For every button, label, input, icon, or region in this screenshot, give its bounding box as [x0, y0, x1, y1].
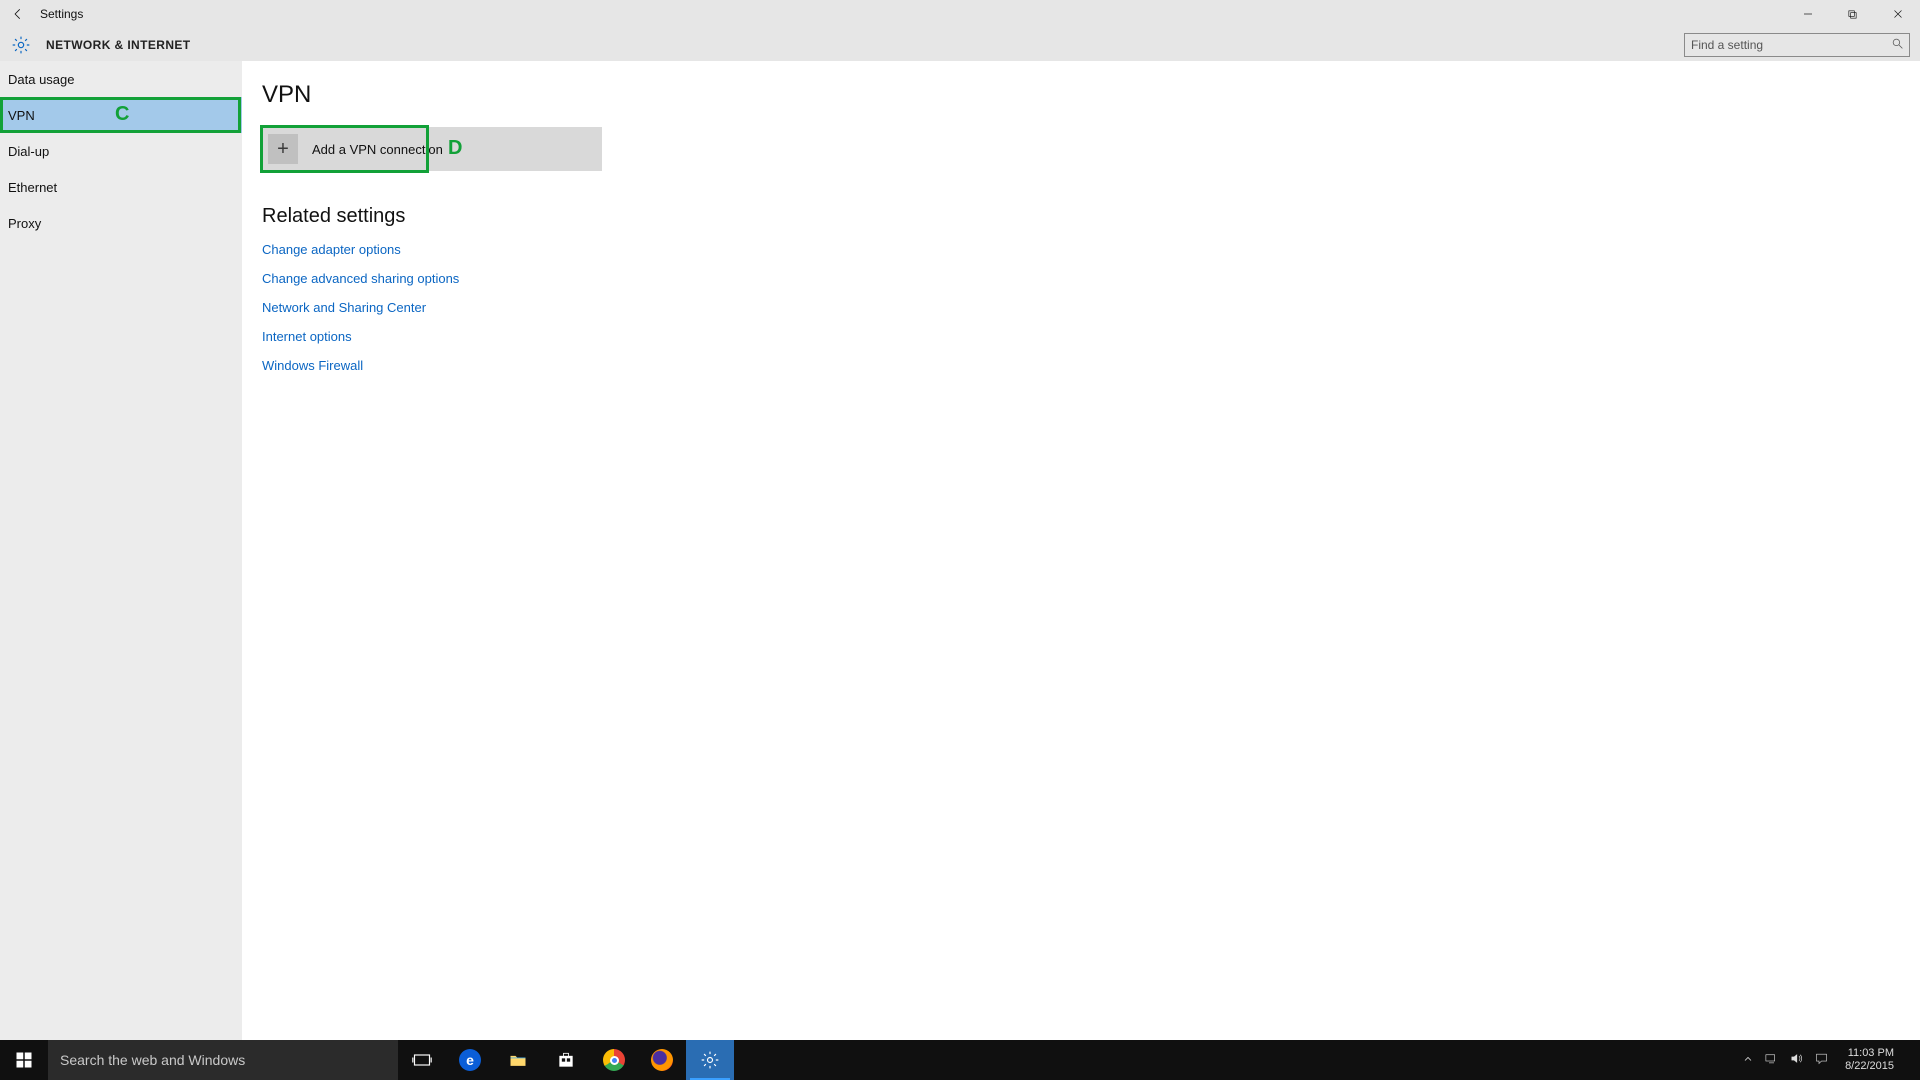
taskbar-clock[interactable]: 11:03 PM 8/22/2015 — [1839, 1047, 1900, 1072]
taskbar-app-store[interactable] — [542, 1040, 590, 1080]
clock-time: 11:03 PM — [1845, 1047, 1894, 1060]
taskbar-app-file-explorer[interactable] — [494, 1040, 542, 1080]
store-icon — [556, 1050, 576, 1070]
link-network-sharing-center[interactable]: Network and Sharing Center — [262, 300, 1920, 315]
link-change-adapter-options[interactable]: Change adapter options — [262, 242, 1920, 257]
search-icon — [1891, 37, 1904, 53]
related-settings-heading: Related settings — [262, 205, 1920, 228]
gear-icon — [700, 1050, 720, 1070]
taskbar: Search the web and Windows e — [0, 1040, 1920, 1080]
back-button[interactable] — [0, 0, 36, 28]
window-titlebar: Settings — [0, 0, 1920, 28]
volume-icon[interactable] — [1789, 1051, 1804, 1069]
minimize-button[interactable] — [1785, 0, 1830, 28]
settings-sidebar: Data usage VPN Dial-up Ethernet Proxy C — [0, 61, 242, 1040]
folder-icon — [508, 1050, 528, 1070]
maximize-button[interactable] — [1830, 0, 1875, 28]
taskbar-app-chrome[interactable] — [590, 1040, 638, 1080]
settings-search[interactable] — [1684, 33, 1910, 57]
sidebar-item-data-usage[interactable]: Data usage — [0, 61, 242, 97]
clock-date: 8/22/2015 — [1845, 1060, 1894, 1073]
sidebar-item-proxy[interactable]: Proxy — [0, 205, 242, 241]
add-vpn-connection-button[interactable]: + Add a VPN connection — [262, 127, 602, 171]
link-windows-firewall[interactable]: Windows Firewall — [262, 358, 1920, 373]
sidebar-item-dial-up[interactable]: Dial-up — [0, 133, 242, 169]
link-internet-options[interactable]: Internet options — [262, 329, 1920, 344]
category-title: NETWORK & INTERNET — [46, 38, 191, 52]
taskbar-search-placeholder: Search the web and Windows — [60, 1052, 245, 1068]
gear-icon — [10, 34, 32, 56]
close-button[interactable] — [1875, 0, 1920, 28]
settings-header: NETWORK & INTERNET — [0, 28, 1920, 61]
add-vpn-label: Add a VPN connection — [312, 142, 443, 157]
settings-window: Settings NETWORK & INTERNET — [0, 0, 1920, 1040]
sidebar-item-vpn[interactable]: VPN — [0, 97, 242, 133]
taskbar-app-firefox[interactable] — [638, 1040, 686, 1080]
tray-overflow-icon[interactable] — [1742, 1052, 1754, 1068]
start-button[interactable] — [0, 1040, 48, 1080]
sidebar-item-ethernet[interactable]: Ethernet — [0, 169, 242, 205]
taskbar-app-settings[interactable] — [686, 1040, 734, 1080]
task-view-button[interactable] — [398, 1040, 446, 1080]
taskbar-search[interactable]: Search the web and Windows — [48, 1040, 398, 1080]
taskbar-app-edge[interactable]: e — [446, 1040, 494, 1080]
settings-content: VPN + Add a VPN connection D Related set… — [242, 61, 1920, 1040]
search-input[interactable] — [1684, 33, 1910, 57]
system-tray: 11:03 PM 8/22/2015 — [1742, 1040, 1920, 1080]
window-title: Settings — [36, 7, 83, 21]
action-center-icon[interactable] — [1814, 1051, 1829, 1069]
network-icon[interactable] — [1764, 1051, 1779, 1069]
link-change-advanced-sharing[interactable]: Change advanced sharing options — [262, 271, 1920, 286]
plus-icon: + — [268, 134, 298, 164]
page-title: VPN — [262, 81, 1920, 109]
